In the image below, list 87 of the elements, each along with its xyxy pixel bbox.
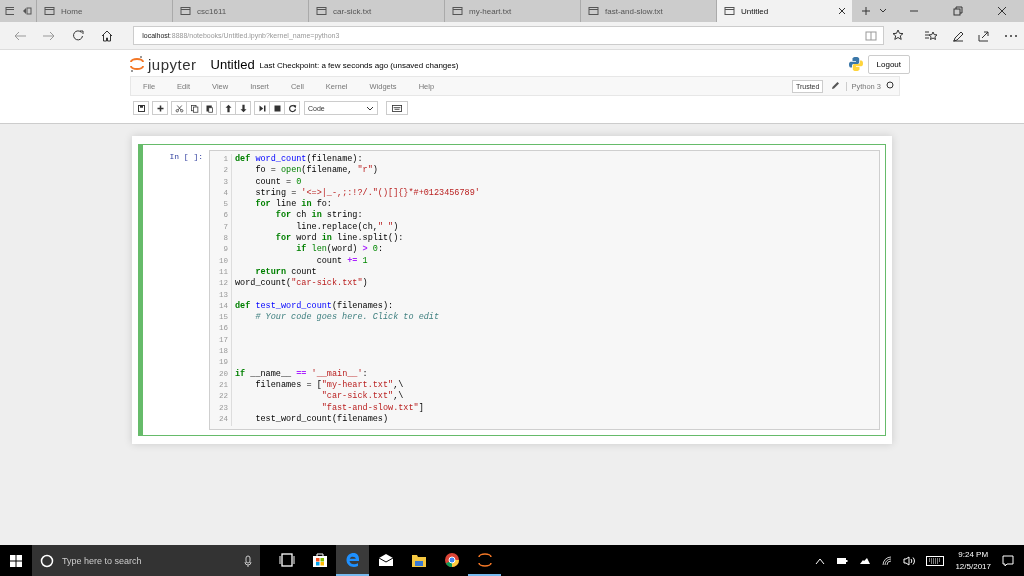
python-logo-icon [847, 56, 864, 72]
restart-button[interactable] [284, 101, 300, 115]
browser-tab[interactable]: Untitled [716, 0, 852, 22]
up-arrow-icon [223, 103, 233, 113]
jupyter-logo-icon [130, 55, 144, 73]
scissors-button[interactable] [171, 101, 187, 115]
keyboard-button[interactable] [386, 101, 408, 115]
code-line: count = 0 [254, 176, 302, 187]
kernel-status-icon [886, 81, 894, 89]
chrome-icon [442, 550, 461, 569]
page-icon [179, 6, 192, 16]
code-line: word_count("car-sick.txt") [235, 278, 368, 289]
close-icon[interactable] [838, 7, 846, 15]
down-arrow-button[interactable] [235, 101, 251, 115]
cloud-icon[interactable] [859, 556, 872, 565]
windows-start-icon[interactable] [10, 554, 22, 567]
page-icon [451, 6, 464, 16]
caret-icon [366, 105, 374, 111]
restart-icon [287, 103, 297, 113]
stop-icon [272, 103, 282, 113]
code-line: # Your code goes here. Click to edit [254, 312, 440, 323]
restore-icon[interactable] [953, 6, 963, 16]
store-icon [310, 550, 329, 569]
taskbar-clock[interactable]: 9:24 PM 12/5/2017 [955, 548, 991, 573]
code-line: if __name__ == '__main__': [235, 368, 368, 379]
code-line: "fast-and-slow.txt"] [320, 402, 424, 413]
jupyter-icon [475, 550, 494, 569]
keyboard-icon[interactable] [926, 555, 945, 566]
page-icon [587, 6, 600, 16]
plus-icon [155, 103, 165, 113]
down-arrow-icon [238, 103, 248, 113]
code-line: for ch in string: [274, 210, 363, 221]
page-icon [315, 6, 328, 16]
refresh-icon[interactable] [72, 29, 84, 42]
jupyter-logo-text: jupyter [148, 55, 197, 73]
tabs-aside-icon[interactable] [4, 6, 14, 16]
page-icon [723, 6, 736, 16]
save-icon [136, 103, 146, 113]
logout-button[interactable]: Logout [867, 54, 910, 74]
copy-button[interactable] [186, 101, 202, 115]
save-button[interactable] [133, 101, 149, 115]
code-line: for line in fo: [254, 199, 332, 210]
scissors-icon [174, 103, 184, 113]
stop-button[interactable] [269, 101, 285, 115]
notebook-title[interactable]: Untitled [210, 56, 255, 72]
taskbar-search-field[interactable]: Type here to search [32, 545, 260, 576]
code-line: return count [254, 266, 317, 277]
code-line: count += 1 [315, 255, 368, 266]
battery-icon[interactable] [836, 556, 849, 565]
paste-icon [204, 103, 214, 113]
back-tabs-icon[interactable] [22, 6, 32, 16]
task-view-icon [277, 550, 296, 569]
code-line: def word_count(filename): [235, 154, 363, 164]
chevron-up-icon[interactable] [815, 556, 826, 565]
code-line: for word in line.split(): [274, 233, 404, 244]
paste-button[interactable] [201, 101, 217, 115]
page-icon [43, 6, 56, 16]
code-line: if len(word) > 0: [295, 244, 383, 255]
checkpoint-status: Last Checkpoint: a few seconds ago (unsaved changes) [259, 60, 459, 70]
share-icon[interactable] [978, 29, 990, 42]
forward-icon[interactable] [42, 29, 57, 42]
favorites-icon[interactable] [924, 29, 938, 42]
pencil-icon[interactable] [831, 80, 841, 90]
code-line: fo = open(filename, "r") [254, 165, 378, 176]
cell-prompt: In [ ]: [169, 152, 203, 161]
pen-icon[interactable] [952, 29, 964, 42]
wifi-icon[interactable] [882, 555, 893, 566]
run-icon [257, 103, 267, 113]
back-icon[interactable] [13, 29, 28, 42]
cortana-circle-icon [40, 553, 54, 568]
volume-icon[interactable] [903, 555, 916, 566]
up-arrow-button[interactable] [220, 101, 236, 115]
run-button[interactable] [254, 101, 270, 115]
code-line: filenames = ["my-heart.txt",\ [254, 379, 404, 390]
notifications-icon[interactable] [1002, 554, 1014, 567]
code-line: def test_word_count(filenames): [235, 300, 394, 311]
keyboard-icon [392, 104, 402, 112]
home-icon[interactable] [100, 29, 113, 42]
code-line: "car-sick.txt",\ [320, 391, 404, 402]
close-icon[interactable] [997, 6, 1007, 16]
code-line: string = '<=>|_-,;:!?/."()[]{}*#+0123456789' [254, 187, 480, 198]
star-icon[interactable] [892, 28, 904, 41]
plus-button[interactable] [152, 101, 168, 115]
copy-icon [189, 103, 199, 113]
microphone-icon[interactable] [244, 554, 252, 567]
code-line: line.replace(ch," ") [295, 221, 399, 232]
code-line: test_word_count(filenames) [254, 413, 389, 424]
